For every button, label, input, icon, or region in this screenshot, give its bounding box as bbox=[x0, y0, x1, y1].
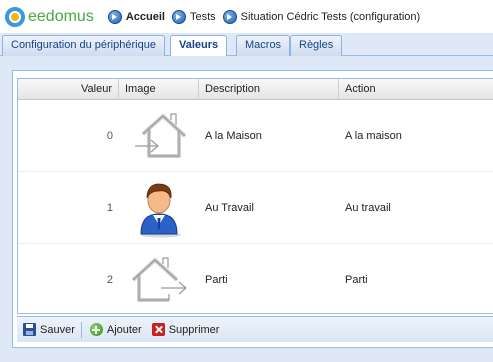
delete-button[interactable]: Supprimer bbox=[151, 323, 220, 336]
column-header-image[interactable]: Image bbox=[119, 79, 199, 100]
tab-macros[interactable]: Macros bbox=[236, 35, 291, 56]
breadcrumb-accueil[interactable]: Accueil bbox=[107, 9, 165, 24]
arrow-circle-icon bbox=[222, 9, 237, 24]
breadcrumb-tests[interactable]: Tests bbox=[171, 9, 216, 24]
logo-text: eedomus bbox=[28, 7, 94, 25]
tab-valeurs[interactable]: Valeurs bbox=[170, 35, 228, 57]
grid-rows: 0 A la Maison A la maison 1 Au Travail A… bbox=[18, 100, 493, 313]
logo[interactable]: eedomus bbox=[5, 6, 94, 27]
values-grid: Valeur Image Description Action 0 A la M… bbox=[17, 78, 493, 314]
tab-strip: Configuration du périphérique Valeurs Ma… bbox=[0, 33, 493, 57]
plus-circle-icon bbox=[89, 323, 103, 336]
cell-action: A la maison bbox=[345, 129, 402, 142]
house-arrow-out-icon bbox=[131, 256, 187, 302]
breadcrumb-label: Situation Cédric Tests (configuration) bbox=[240, 10, 421, 23]
add-label: Ajouter bbox=[106, 323, 142, 336]
top-bar: eedomus Accueil Tests Situation Cédric T… bbox=[0, 0, 493, 33]
cell-valeur: 2 bbox=[106, 273, 113, 286]
breadcrumb: Accueil Tests Situation Cédric Tests (co… bbox=[107, 9, 427, 24]
cell-image bbox=[119, 252, 199, 308]
save-label: Sauver bbox=[40, 323, 75, 336]
column-header-description[interactable]: Description bbox=[199, 79, 339, 100]
cell-description: A la Maison bbox=[205, 129, 262, 142]
cell-image bbox=[119, 178, 199, 238]
eedomus-logo-icon bbox=[5, 6, 25, 27]
breadcrumb-label: Accueil bbox=[125, 10, 165, 23]
cell-image bbox=[119, 108, 199, 164]
table-row[interactable]: 0 A la Maison A la maison bbox=[18, 100, 493, 172]
floppy-disk-icon bbox=[23, 323, 36, 336]
table-row[interactable]: 1 Au Travail Au travail bbox=[18, 172, 493, 244]
bottom-toolbar: Sauver Ajouter Supprimer bbox=[17, 316, 493, 342]
table-row[interactable]: 2 Parti Parti bbox=[18, 244, 493, 313]
cell-description: Parti bbox=[205, 273, 228, 286]
arrow-circle-icon bbox=[171, 9, 186, 24]
breadcrumb-label: Tests bbox=[189, 10, 216, 23]
arrow-circle-icon bbox=[107, 9, 122, 24]
add-button[interactable]: Ajouter bbox=[89, 323, 142, 336]
grid-header: Valeur Image Description Action bbox=[18, 79, 493, 100]
cell-action: Au travail bbox=[345, 201, 391, 214]
person-avatar-icon bbox=[140, 183, 181, 237]
cell-valeur: 1 bbox=[106, 201, 113, 214]
tab-regles[interactable]: Règles bbox=[290, 35, 343, 56]
cell-action: Parti bbox=[345, 273, 368, 286]
delete-label: Supprimer bbox=[168, 323, 220, 336]
delete-x-icon bbox=[151, 323, 165, 336]
breadcrumb-situation[interactable]: Situation Cédric Tests (configuration) bbox=[222, 9, 421, 24]
toolbar-separator bbox=[80, 321, 82, 338]
cell-description: Au Travail bbox=[205, 201, 254, 214]
save-button[interactable]: Sauver bbox=[23, 323, 75, 336]
column-header-action[interactable]: Action bbox=[339, 79, 493, 100]
column-header-valeur[interactable]: Valeur bbox=[18, 79, 119, 100]
tab-configuration[interactable]: Configuration du périphérique bbox=[2, 35, 165, 56]
cell-valeur: 0 bbox=[106, 129, 113, 142]
house-arrow-in-icon bbox=[135, 112, 187, 158]
